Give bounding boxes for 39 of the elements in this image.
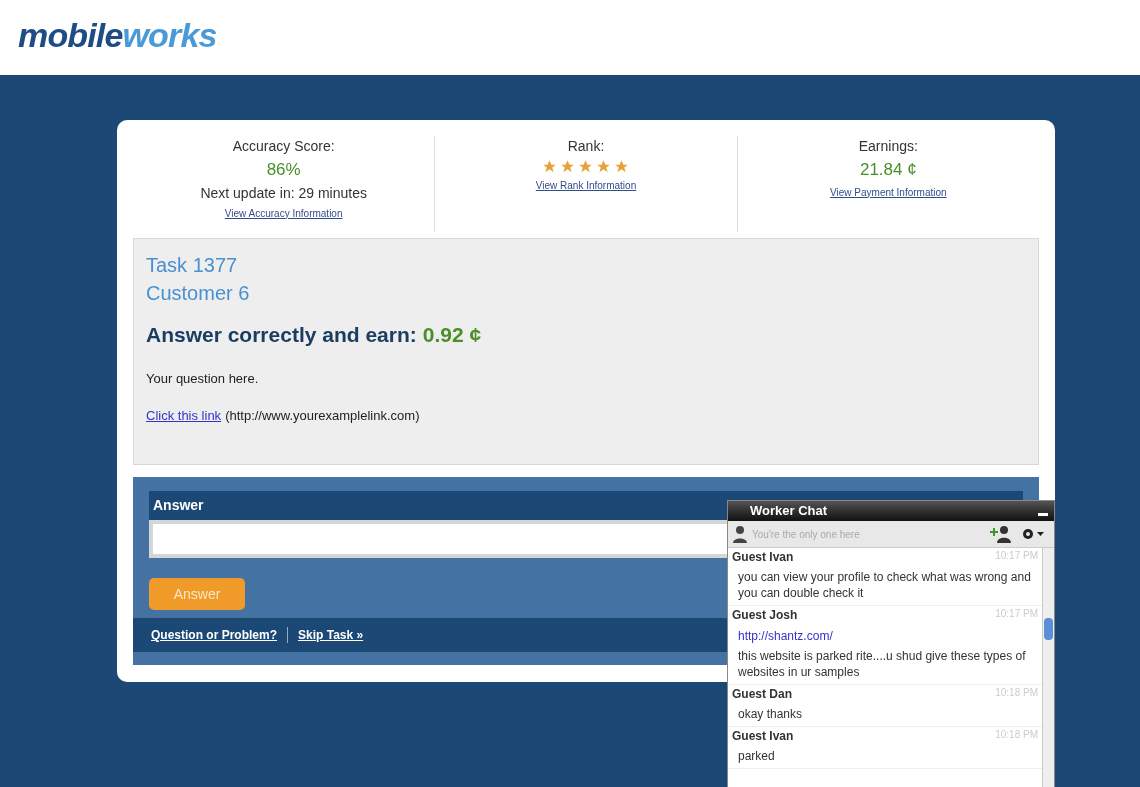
- info-link[interactable]: View Accuracy Information: [224, 205, 343, 221]
- stat-label: Rank:: [567, 137, 605, 156]
- site-logo[interactable]: mobileworks: [18, 18, 217, 52]
- person-icon: [732, 525, 748, 543]
- earn-label: Answer correctly and earn:: [146, 322, 417, 348]
- customer-name: Customer 6: [146, 281, 251, 306]
- message-text: parked: [737, 748, 776, 764]
- message-author: Guest Ivan: [732, 728, 794, 745]
- message-author: Guest Dan: [732, 686, 792, 703]
- message-text: this website is parked rite....u shud give these types of websites in ur samples: [737, 648, 1027, 680]
- minimize-icon[interactable]: [1038, 512, 1048, 516]
- chat-scrollbar[interactable]: [1042, 548, 1054, 787]
- info-link[interactable]: View Rank Information: [535, 178, 637, 193]
- add-user-icon[interactable]: [988, 525, 1012, 543]
- stat-value: 21.84 ¢: [859, 159, 917, 181]
- earn-value: 0.92 ¢: [422, 322, 482, 348]
- link-url: (http://www.yourexamplelink.com): [225, 407, 420, 425]
- footer-link[interactable]: Skip Task »: [298, 626, 364, 644]
- message-text: okay thanks: [737, 706, 804, 722]
- stat-label: Accuracy Score:: [232, 137, 335, 156]
- footer-link[interactable]: Question or Problem?: [151, 626, 277, 644]
- gear-icon[interactable]: [1022, 527, 1046, 541]
- message-author: Guest Ivan: [732, 549, 794, 566]
- info-link[interactable]: View Payment Information: [830, 184, 947, 200]
- stat-note: Next update in: 29 minutes: [200, 183, 367, 203]
- message-author: Guest Josh: [732, 607, 798, 624]
- star-icon: [560, 159, 576, 174]
- star-icon: [614, 159, 630, 174]
- stat-label: Earnings:: [858, 137, 918, 156]
- chat-title: Worker Chat: [749, 502, 828, 521]
- star-icon: [578, 159, 594, 174]
- task-title: Task 1377: [146, 253, 239, 278]
- question-text: Your question here.: [146, 369, 260, 388]
- message-text: you can view your profile to check what was wrong and you can double check it: [737, 569, 1032, 601]
- star-icon: [596, 159, 612, 174]
- task-link[interactable]: Click this link: [146, 406, 222, 426]
- star-icon: [542, 159, 558, 174]
- stat-value: 86%: [266, 159, 301, 181]
- message-link[interactable]: http://shantz.com/: [732, 627, 1038, 645]
